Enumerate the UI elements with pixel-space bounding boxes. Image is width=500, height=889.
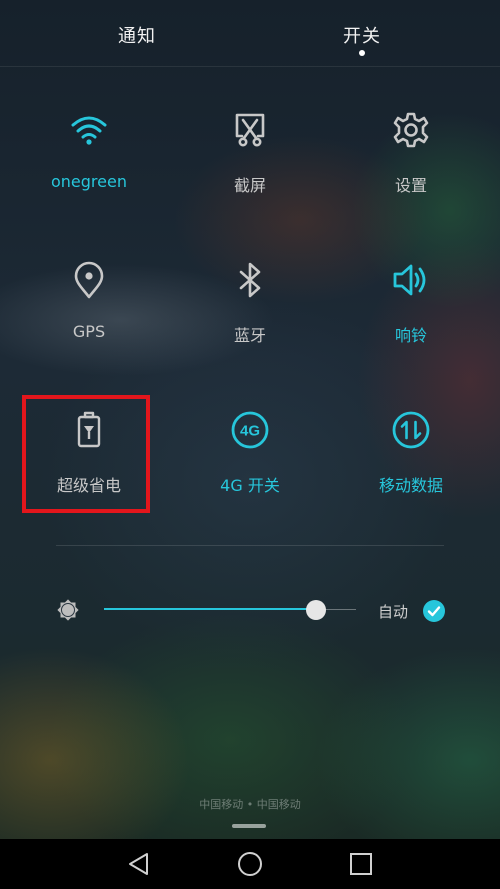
toggle-ringer[interactable]: 响铃: [341, 260, 481, 370]
toggle-label: 蓝牙: [233, 326, 266, 345]
panel-tab-bar: 通知 开关: [0, 0, 500, 66]
toggle-label: 截屏: [233, 176, 266, 195]
slider-thumb[interactable]: [306, 600, 326, 620]
auto-brightness-label: 自动: [378, 603, 409, 621]
section-divider: [56, 545, 444, 546]
toggle-screenshot[interactable]: 截屏: [180, 110, 320, 220]
auto-brightness-checkbox[interactable]: [423, 600, 445, 622]
bluetooth-icon: [239, 262, 261, 298]
tab-switches[interactable]: 开关: [343, 22, 381, 48]
wifi-icon: [71, 116, 107, 145]
toggle-mobile-data[interactable]: 移动数据: [341, 410, 481, 520]
highlight-box: [22, 395, 150, 513]
screenshot-icon: [235, 113, 265, 147]
toggle-gps[interactable]: GPS: [19, 260, 159, 370]
recent-apps-icon[interactable]: [348, 851, 374, 877]
toggle-label: 移动数据: [378, 476, 443, 495]
toggle-wifi[interactable]: onegreen: [19, 110, 159, 220]
4g-icon: 4G: [231, 411, 269, 449]
home-icon[interactable]: [237, 851, 263, 877]
toggle-bluetooth[interactable]: 蓝牙: [180, 260, 320, 370]
tab-notifications[interactable]: 通知: [118, 22, 156, 48]
brightness-icon: [57, 599, 79, 621]
speaker-icon: [393, 264, 426, 296]
toggle-label: 响铃: [394, 326, 427, 345]
toggle-label: 4G 开关: [220, 476, 280, 495]
slider-fill: [104, 608, 316, 610]
svg-text:4G: 4G: [240, 423, 260, 440]
mobile-data-icon: [392, 411, 430, 449]
carrier-label: 中国移动 • 中国移动: [199, 798, 301, 811]
navigation-bar: [0, 839, 500, 889]
back-icon[interactable]: [126, 851, 152, 877]
brightness-slider[interactable]: [104, 600, 356, 620]
gear-icon: [393, 112, 429, 148]
toggle-label: GPS: [72, 322, 106, 341]
active-tab-indicator: [359, 50, 365, 56]
panel-drag-handle[interactable]: [232, 824, 266, 828]
toggle-label: 设置: [394, 176, 427, 195]
toggle-settings[interactable]: 设置: [341, 110, 481, 220]
location-pin-icon: [74, 261, 104, 299]
header-divider: [0, 66, 500, 67]
toggle-label: onegreen: [51, 172, 127, 191]
toggle-4g[interactable]: 4G 4G 开关: [180, 410, 320, 520]
